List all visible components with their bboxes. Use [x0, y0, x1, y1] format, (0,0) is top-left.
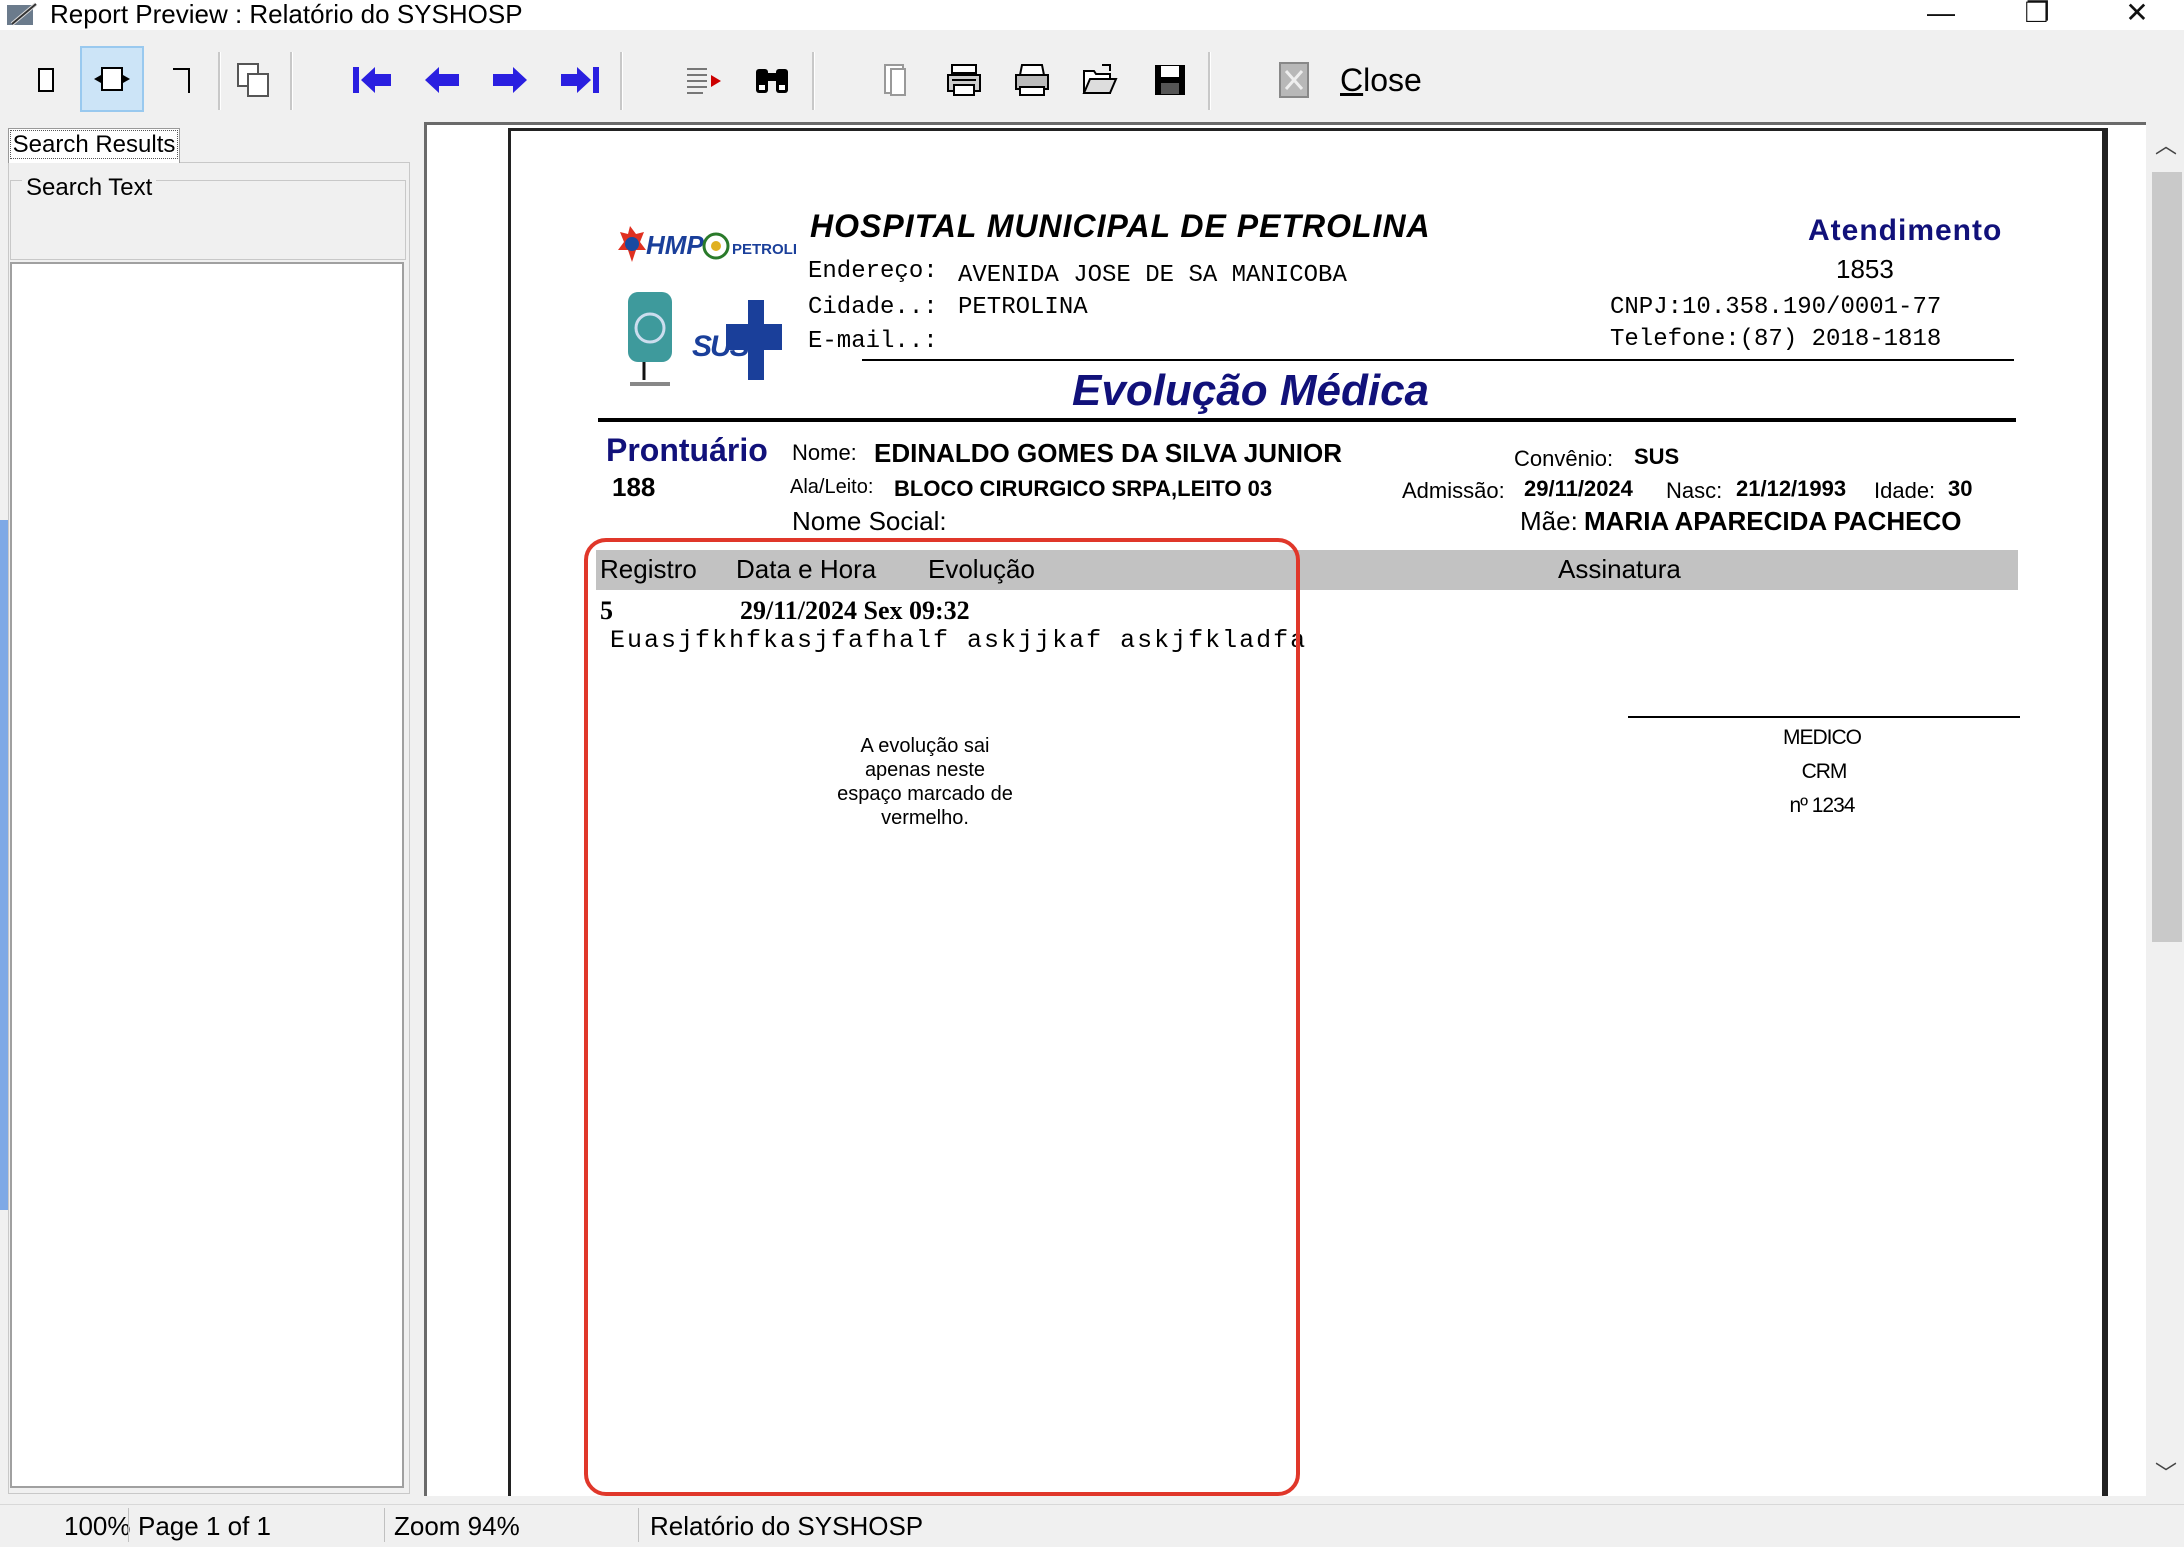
- signature-role: MEDICO: [1783, 726, 1862, 749]
- page-width-button[interactable]: [80, 46, 144, 112]
- mae-label: Mãe:: [1520, 506, 1578, 536]
- export-icon: [1279, 62, 1309, 98]
- print-button[interactable]: [1000, 48, 1064, 112]
- convenio-label: Convênio:: [1514, 446, 1614, 471]
- endereco-label: Endereço:: [808, 258, 938, 285]
- minimize-button[interactable]: —: [1896, 0, 1986, 30]
- annotation-red-box: [584, 538, 1300, 1496]
- signature-crm-label: CRM: [1801, 760, 1848, 783]
- maximize-button[interactable]: ❐: [1992, 0, 2082, 30]
- page-setup-icon: [884, 64, 906, 96]
- window-close-button[interactable]: ✕: [2092, 0, 2182, 30]
- search-text-label: Search Text: [22, 174, 157, 202]
- multi-page-icon: [237, 63, 269, 97]
- page-width-icon: [94, 67, 130, 91]
- export-button[interactable]: [1262, 48, 1326, 112]
- idade-label: Idade:: [1874, 478, 1936, 503]
- cidade-label: Cidade..:: [808, 294, 938, 321]
- open-folder-icon: [1082, 64, 1118, 94]
- scroll-down-icon[interactable]: ﹀: [2148, 1456, 2184, 1492]
- previous-page-icon: [425, 67, 459, 93]
- ala-leito-label: Ala/Leito:: [790, 476, 874, 498]
- hospital-name: HOSPITAL MUNICIPAL DE PETROLINA: [810, 208, 1431, 244]
- find-button[interactable]: [740, 48, 804, 112]
- header-divider: [862, 359, 2014, 361]
- endereco-value: AVENIDA JOSE DE SA MANICOBA: [958, 262, 1347, 289]
- printer-setup-button[interactable]: [932, 48, 996, 112]
- signature-crm-number: nº 1234: [1789, 794, 1856, 817]
- window-title: Report Preview : Relatório do SYSHOSP: [50, 0, 523, 29]
- floppy-disk-icon: [1155, 65, 1185, 95]
- status-report-name: Relatório do SYSHOSP: [650, 1511, 924, 1541]
- app-icon: [6, 2, 40, 28]
- goto-page-button[interactable]: [672, 48, 736, 112]
- goto-page-icon: [687, 68, 721, 94]
- first-page-button[interactable]: [340, 48, 404, 112]
- signature-line: [1628, 716, 2020, 718]
- nome-value: EDINALDO GOMES DA SILVA JUNIOR: [874, 438, 1343, 468]
- cnpj: CNPJ:10.358.190/0001-77: [1610, 294, 1942, 321]
- idade-value: 30: [1948, 476, 1973, 501]
- full-page-icon: [173, 68, 190, 93]
- petrolina-logo-text: PETROLINA: [732, 241, 796, 258]
- convenio-value: SUS: [1634, 444, 1680, 469]
- save-button[interactable]: [1138, 48, 1202, 112]
- last-page-icon: [561, 67, 599, 93]
- hmp-logo: HMP PETROLINA: [616, 222, 819, 266]
- hmp-logo-text: HMP: [646, 230, 704, 260]
- nasc-value: 21/12/1993: [1736, 476, 1847, 501]
- next-page-icon: [493, 67, 527, 93]
- telefone: Telefone:(87) 2018-1818: [1610, 326, 1942, 353]
- mae-value: MARIA APARECIDA PACHECO: [1584, 506, 1962, 536]
- tab-search-results-label: Search Results: [9, 130, 179, 159]
- prontuario-value: 188: [612, 472, 656, 502]
- atendimento-value: 1853: [1836, 254, 1894, 284]
- printer-icon: [1015, 64, 1049, 96]
- status-page: Page 1 of 1: [138, 1511, 271, 1541]
- scrollbar-thumb[interactable]: [2152, 172, 2182, 942]
- open-button[interactable]: [1068, 48, 1132, 112]
- tab-search-results[interactable]: Search Results: [8, 128, 180, 163]
- first-page-icon: [353, 67, 391, 93]
- nasc-label: Nasc:: [1666, 478, 1723, 503]
- close-label-mnemonic: C: [1340, 62, 1364, 98]
- admissao-value: 29/11/2024: [1524, 476, 1633, 501]
- previous-page-button[interactable]: [410, 48, 474, 112]
- status-bar: [0, 1504, 2184, 1547]
- document-title: Evolução Médica: [1072, 366, 1430, 415]
- prontuario-label: Prontuário: [606, 432, 768, 468]
- ala-leito-value: BLOCO CIRURGICO SRPA,LEITO 03: [894, 476, 1273, 501]
- left-edge-accent: [0, 520, 8, 1210]
- search-results-list[interactable]: [10, 262, 404, 1488]
- next-page-button[interactable]: [478, 48, 542, 112]
- printer-setup-icon: [947, 64, 981, 96]
- column-assinatura: Assinatura: [1558, 554, 1681, 584]
- status-zoom: Zoom 94%: [394, 1511, 520, 1541]
- full-page-button[interactable]: [148, 48, 212, 112]
- nome-social-label: Nome Social:: [792, 506, 947, 536]
- admissao-label: Admissão:: [1402, 478, 1505, 503]
- close-report-button[interactable]: Close: [1340, 56, 1460, 104]
- page-setup-button[interactable]: [862, 48, 926, 112]
- nome-label: Nome:: [792, 440, 857, 465]
- status-progress: 100%: [64, 1511, 131, 1541]
- sus-logo: SUS: [690, 298, 782, 382]
- whole-page-icon: [38, 68, 54, 92]
- secretaria-saude-logo: [620, 288, 680, 396]
- cidade-value: PETROLINA: [958, 294, 1088, 321]
- last-page-button[interactable]: [548, 48, 612, 112]
- binoculars-icon: [756, 69, 788, 93]
- multi-page-button[interactable]: [222, 48, 286, 112]
- whole-page-button[interactable]: [14, 48, 78, 112]
- scroll-up-icon[interactable]: ︿: [2148, 128, 2184, 164]
- email-label: E-mail..:: [808, 328, 938, 355]
- close-label: lose: [1363, 62, 1422, 98]
- title-divider: [598, 418, 2016, 422]
- atendimento-label: Atendimento: [1808, 214, 2003, 247]
